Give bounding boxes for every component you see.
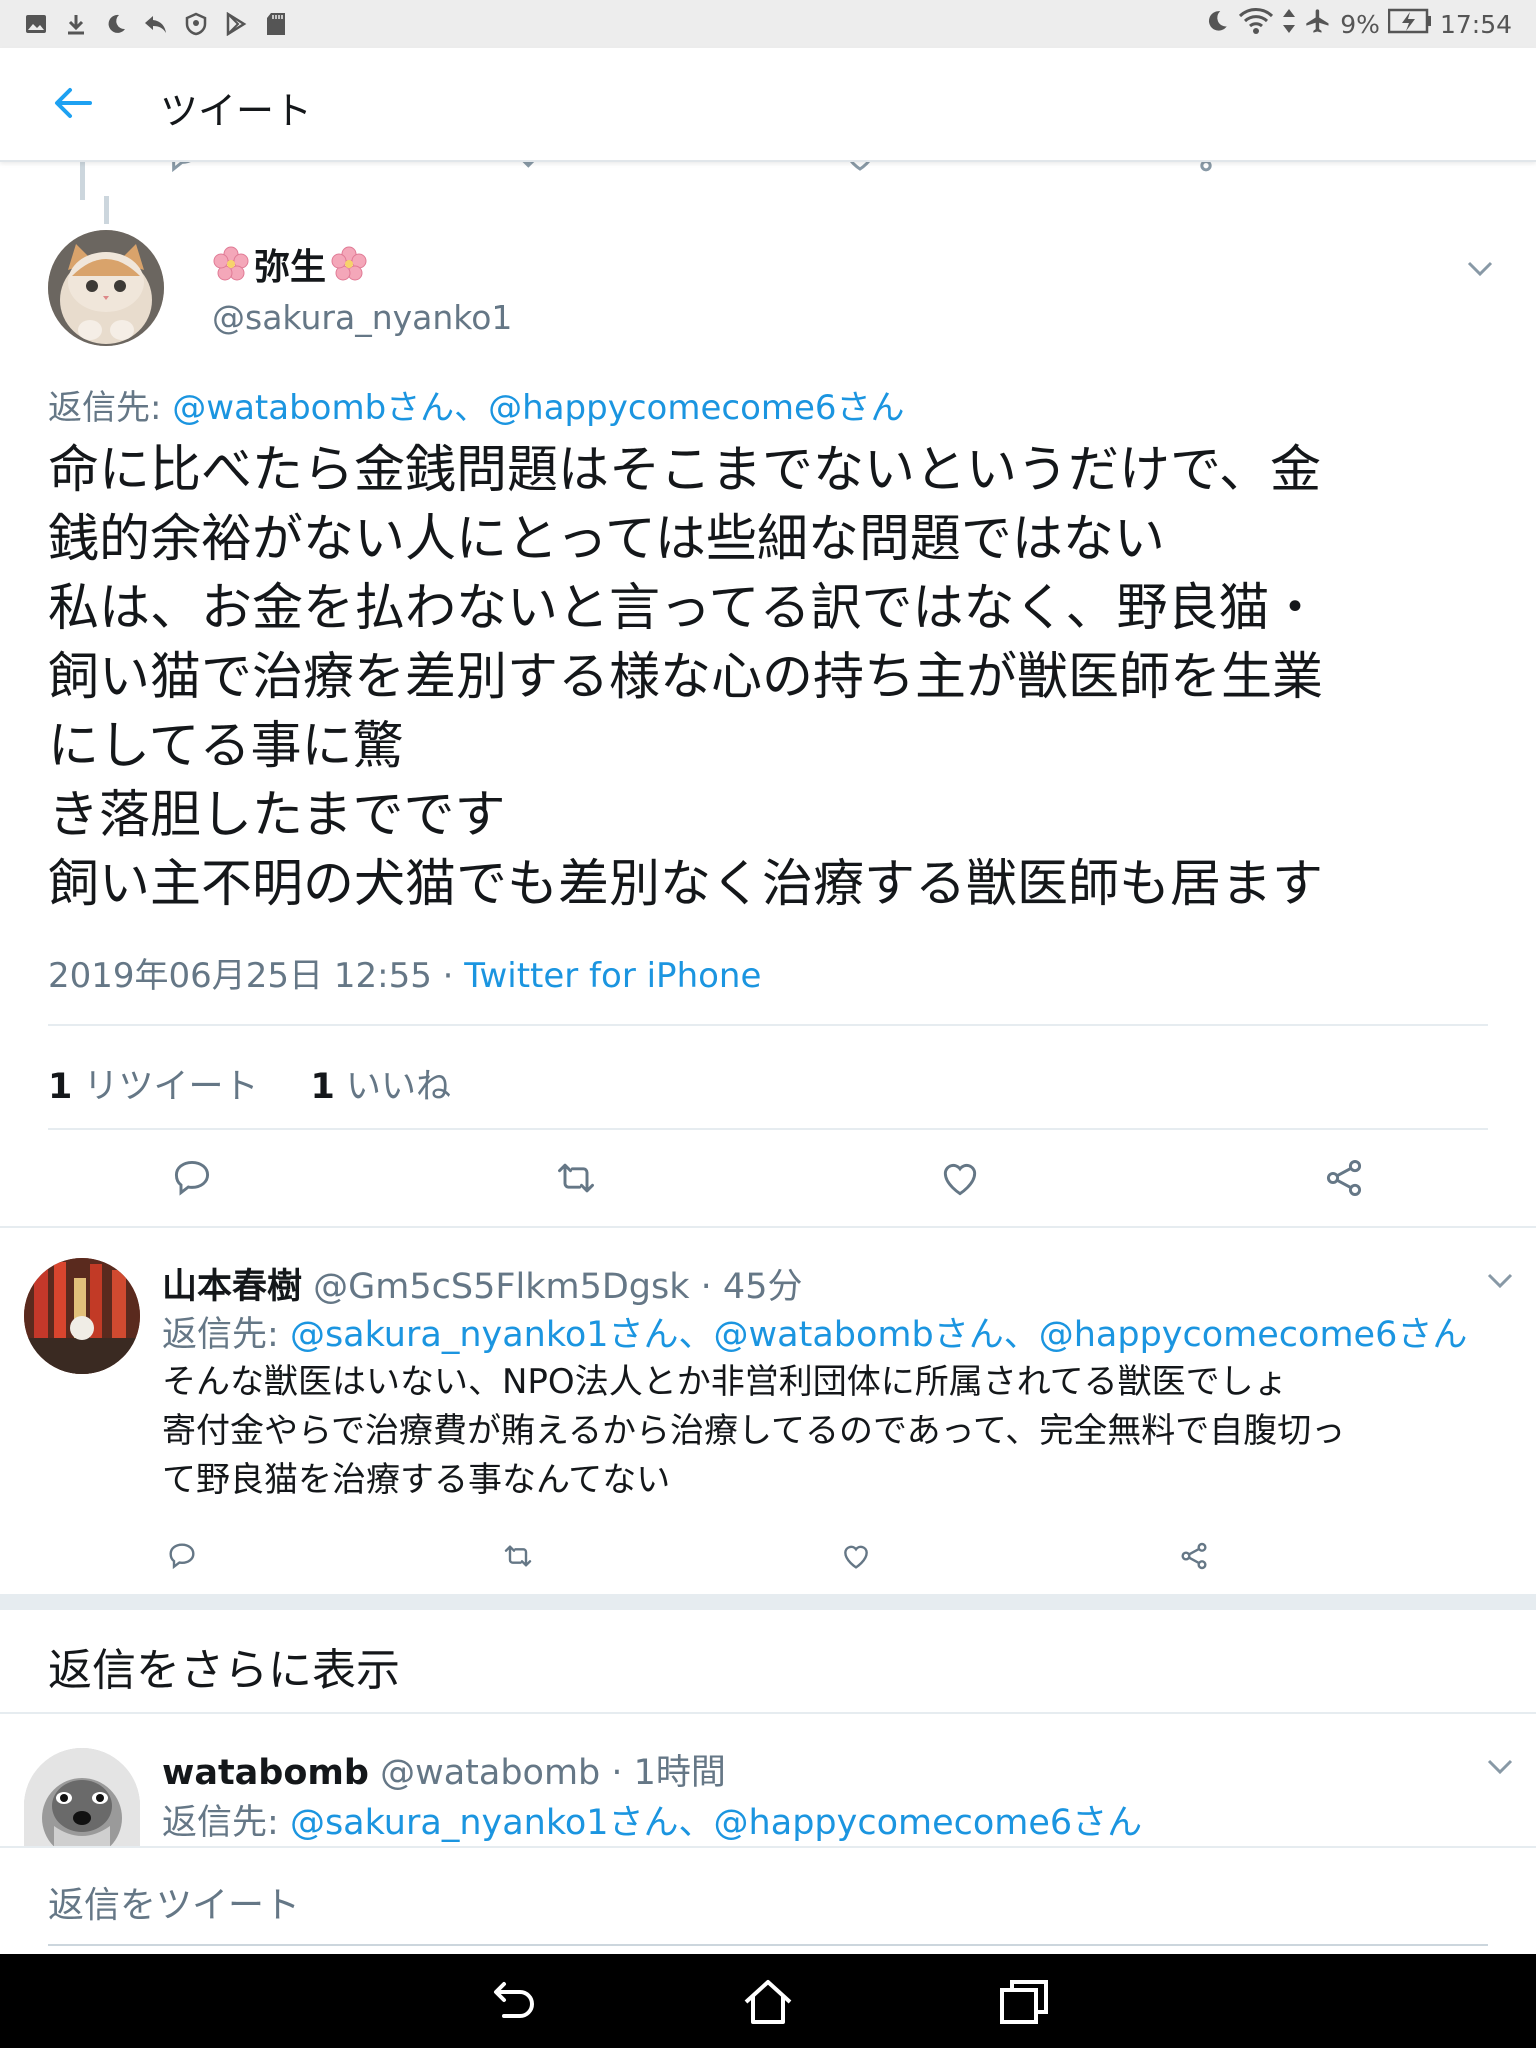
chevron-down-icon[interactable]: [1486, 1758, 1514, 1776]
status-bar: 9% 17:54: [0, 0, 1536, 48]
avatar[interactable]: [48, 230, 164, 346]
display-name-text: 弥生: [254, 247, 327, 288]
recent-apps-icon[interactable]: [996, 1974, 1052, 2030]
relative-time: · 1時間: [611, 1753, 726, 1793]
relative-time: · 45分: [700, 1267, 803, 1307]
page-title: ツイート: [160, 89, 313, 133]
data-arrows-icon: [1282, 8, 1296, 40]
reply-to-line: 返信先: @sakura_nyanko1さん、@happycomecome6さん: [162, 1794, 1142, 1845]
divider: [0, 1226, 1536, 1228]
back-arrow-icon[interactable]: [48, 78, 98, 128]
reply-to-mentions[interactable]: @sakura_nyanko1さん、@watabombさん、@happycome…: [290, 1315, 1467, 1355]
like-count: 1: [310, 1067, 335, 1107]
system-nav-bar: [0, 1954, 1536, 2048]
cherry-blossom-icon: [330, 245, 368, 283]
sd-card-icon: [262, 10, 290, 38]
share-icon[interactable]: [1322, 1156, 1366, 1200]
user-handle[interactable]: @Gm5cS5Flkm5Dgsk: [313, 1267, 689, 1307]
avatar[interactable]: [24, 1748, 140, 1848]
cherry-blossom-icon: [212, 245, 250, 283]
reply-to-prefix: 返信先:: [48, 388, 162, 428]
user-handle[interactable]: @sakura_nyanko1: [212, 298, 512, 337]
reply-icon[interactable]: [170, 1156, 214, 1200]
battery-charging-icon: [1387, 7, 1432, 41]
shield-icon: [182, 10, 210, 38]
reply-to-prefix: 返信先:: [162, 1315, 279, 1355]
compose-underline: [48, 1944, 1488, 1946]
airplane-icon: [1304, 7, 1332, 41]
reply-header: 山本春樹 @Gm5cS5Flkm5Dgsk · 45分: [162, 1258, 802, 1309]
reply-to-prefix: 返信先:: [162, 1803, 279, 1843]
thread-line: [104, 196, 109, 224]
section-separator: [0, 1594, 1536, 1610]
reply-arrow-icon: [142, 10, 170, 38]
clock: 17:54: [1439, 9, 1512, 39]
download-icon: [62, 10, 90, 38]
reply-compose-input[interactable]: 返信をツイート: [48, 1876, 300, 1928]
reply-to-line: 返信先: @watabombさん、@happycomecome6さん: [48, 380, 905, 429]
reply-icon[interactable]: [166, 1540, 198, 1572]
play-store-icon: [222, 10, 250, 38]
chevron-down-icon[interactable]: [1486, 1272, 1514, 1290]
display-name[interactable]: 弥生: [212, 238, 368, 290]
retweet-icon[interactable]: [502, 1540, 534, 1572]
retweet-count: 1: [48, 1067, 73, 1107]
reply-to-mentions[interactable]: @sakura_nyanko1さん、@happycomecome6さん: [290, 1803, 1142, 1843]
tweet-text: 命に比べたら金銭問題はそこまでないというだけで、金 銭的余裕がない人にとっては些…: [48, 441, 1324, 914]
tweet-source-link[interactable]: Twitter for iPhone: [464, 956, 761, 996]
reply-to-line: 返信先: @sakura_nyanko1さん、@watabombさん、@happ…: [162, 1306, 1467, 1357]
home-icon[interactable]: [740, 1974, 796, 2030]
app-header: ツイート: [0, 48, 1536, 162]
divider: [48, 1024, 1488, 1026]
battery-percent: 9%: [1340, 9, 1380, 39]
back-icon[interactable]: [484, 1974, 540, 2030]
reply-to-mentions[interactable]: @watabombさん、@happycomecome6さん: [172, 388, 904, 428]
like-icon[interactable]: [840, 1540, 872, 1572]
meta-separator: ·: [431, 956, 465, 996]
compose-bar: 返信をツイート: [0, 1846, 1536, 1954]
show-more-replies[interactable]: 返信をさらに表示: [48, 1634, 400, 1698]
divider: [0, 1712, 1536, 1714]
moon-icon: [102, 10, 130, 38]
retweet-icon[interactable]: [554, 1156, 598, 1200]
like-icon[interactable]: [938, 1156, 982, 1200]
moon-icon: [1204, 8, 1230, 40]
tweet-timestamp: 2019年06月25日 12:55: [48, 956, 432, 996]
gallery-icon: [22, 10, 50, 38]
chevron-down-icon[interactable]: [1466, 260, 1494, 278]
avatar[interactable]: [24, 1258, 140, 1374]
like-stat[interactable]: 1 いいね: [311, 1058, 452, 1109]
like-stat-label: いいね: [346, 1067, 452, 1107]
retweet-stat-label: リツイート: [83, 1067, 259, 1107]
user-handle[interactable]: @watabomb: [380, 1753, 600, 1793]
display-name[interactable]: 山本春樹: [162, 1267, 302, 1307]
display-name[interactable]: watabomb: [162, 1753, 369, 1793]
retweet-stat[interactable]: 1 リツイート: [48, 1058, 259, 1109]
tweet-stats: 1 リツイート 1 いいね: [48, 1058, 451, 1109]
share-icon[interactable]: [1178, 1540, 1210, 1572]
divider: [48, 1128, 1488, 1130]
tweet-metadata: 2019年06月25日 12:55 · Twitter for iPhone: [48, 948, 761, 997]
reply-header: watabomb @watabomb · 1時間: [162, 1744, 726, 1795]
wifi-icon: [1238, 7, 1274, 41]
reply-text: そんな獣医はいない、NPO法人とか非営利団体に所属されてる獣医でしょ 寄付金やら…: [162, 1362, 1346, 1500]
